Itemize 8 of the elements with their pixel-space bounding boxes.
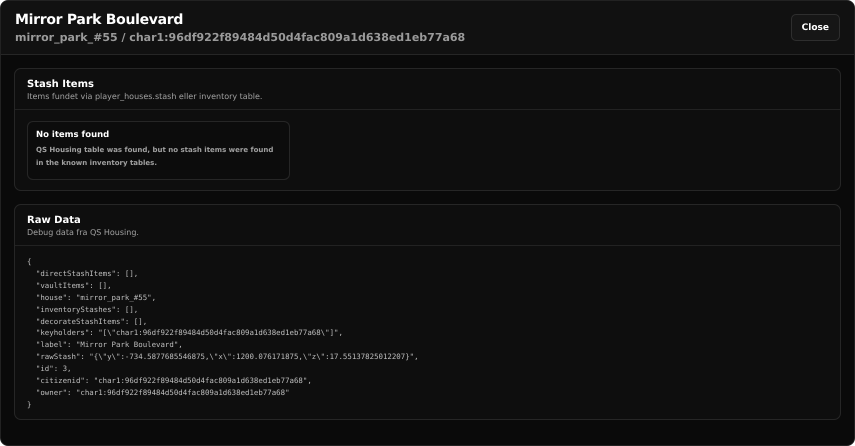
section-subtitle: Items fundet via player_houses.stash eller inventory table.	[27, 92, 264, 101]
modal-subtitle: mirror_park_#55 / char1:96df922f89484d50d4fac809a1d638ed1eb77a68	[15, 30, 466, 44]
section-subtitle: Debug data fra QS Housing.	[27, 228, 140, 237]
close-button[interactable]: Close	[790, 14, 840, 41]
section-title: Raw Data	[27, 215, 82, 226]
section-title: Stash Items	[27, 79, 95, 90]
empty-state-title: No items found	[36, 130, 110, 140]
modal-title: Mirror Park Boulevard	[15, 12, 184, 28]
